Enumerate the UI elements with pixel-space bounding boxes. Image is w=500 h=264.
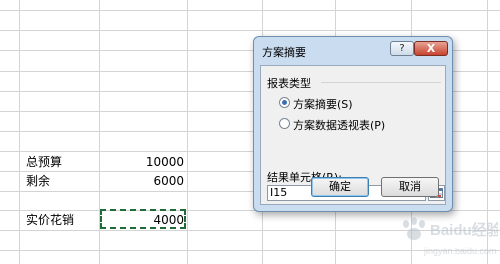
radio-pivot-table-label[interactable]: 方案数据透视表(P)	[293, 117, 385, 133]
cell-actual-spend-label[interactable]: 实价花销	[26, 212, 74, 228]
help-button[interactable]: ?	[390, 41, 414, 56]
row-divider	[0, 10, 500, 11]
active-cell-marquee	[100, 209, 186, 229]
baidu-jingyan-watermark: Baidu经验 jingyan.baidu.com	[403, 217, 498, 256]
cell-remaining-label[interactable]: 剩余	[26, 173, 50, 189]
svg-text:jingyan.baidu.com: jingyan.baidu.com	[423, 246, 497, 256]
column-divider	[19, 0, 20, 264]
radio-scenario-summary-label[interactable]: 方案摘要(S)	[293, 96, 353, 112]
dialog-title: 方案摘要	[262, 46, 306, 59]
ok-button[interactable]: 确定	[311, 177, 369, 197]
row-divider	[0, 30, 500, 31]
dialog-title-bar[interactable]: 方案摘要 ? X	[254, 37, 452, 63]
cell-total-budget-value[interactable]: 10000	[100, 154, 184, 170]
svg-text:Baidu经验: Baidu经验	[430, 221, 498, 239]
radio-checked-icon[interactable]	[279, 97, 290, 108]
group-separator	[321, 82, 441, 83]
close-button[interactable]: X	[414, 41, 448, 56]
column-divider	[187, 0, 188, 264]
report-type-group-label: 报表类型	[267, 77, 311, 90]
cell-remaining-value[interactable]: 6000	[100, 173, 184, 189]
radio-unchecked-icon[interactable]	[279, 118, 290, 129]
cell-total-budget-label[interactable]: 总预算	[26, 154, 62, 170]
cancel-button[interactable]: 取消	[381, 177, 439, 197]
